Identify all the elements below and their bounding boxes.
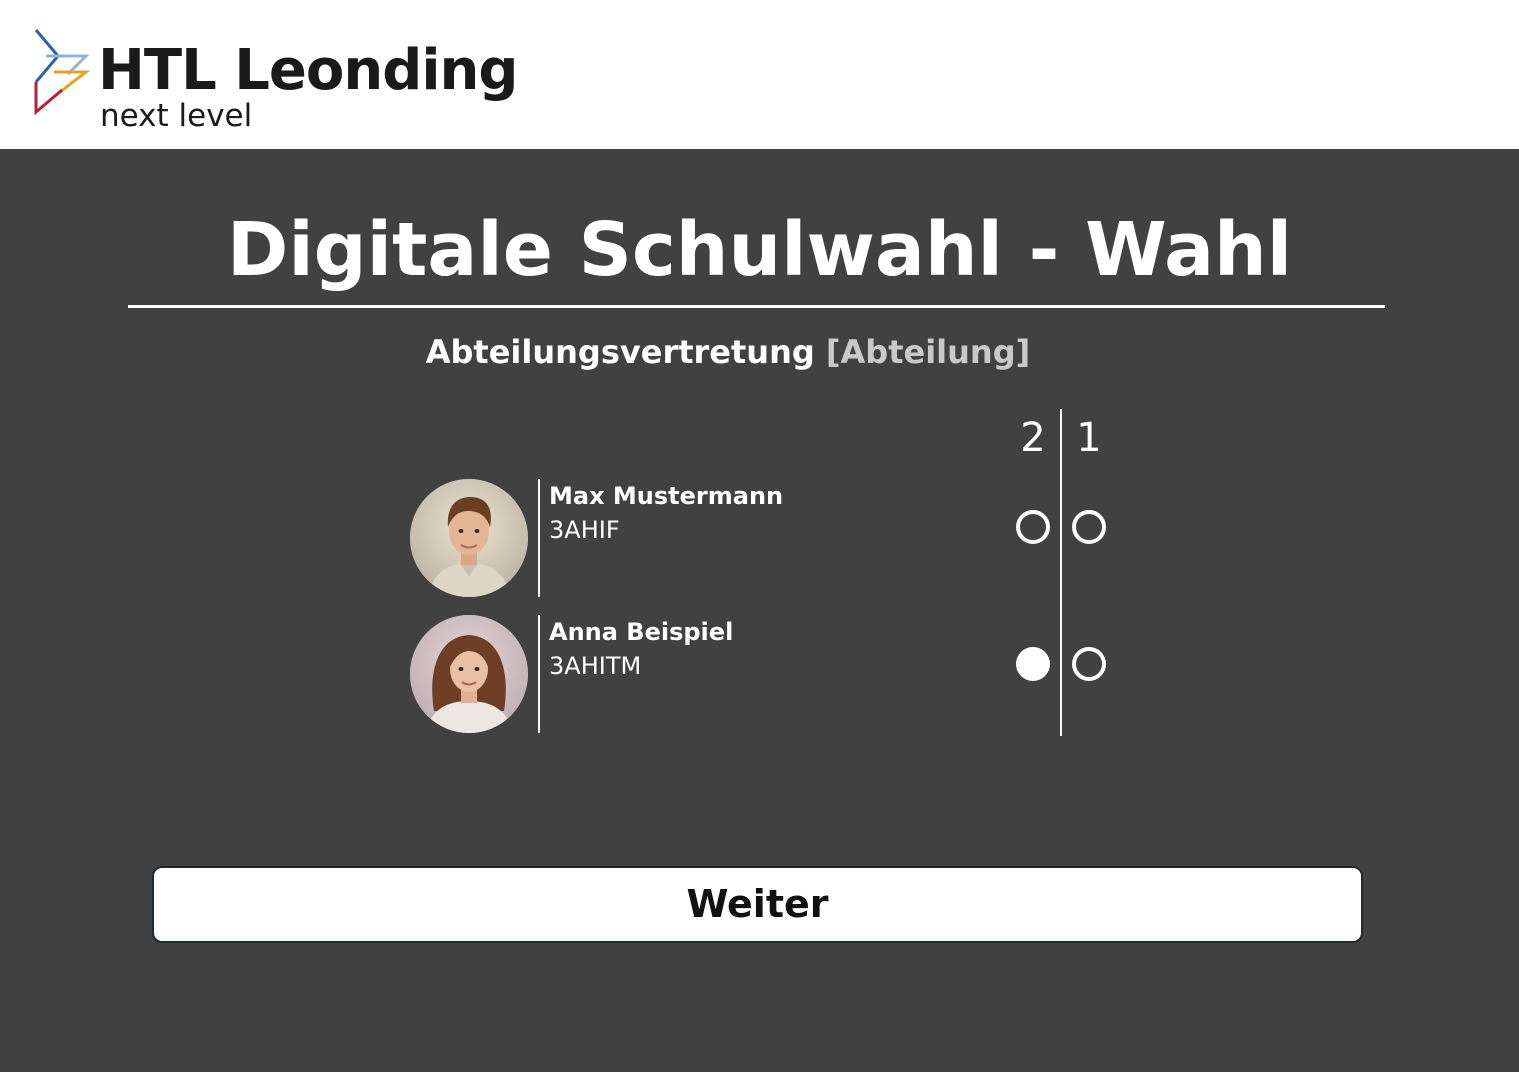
header: HTL Leonding next level <box>0 0 1519 149</box>
section-heading: Abteilungsvertretung [Abteilung] <box>0 332 1456 372</box>
title-divider <box>128 305 1385 308</box>
rank-column-header-2: 2 <box>1020 415 1046 461</box>
candidate-class: 3AHITM <box>549 652 642 680</box>
candidate-divider <box>538 479 540 597</box>
rank-column-header-1: 1 <box>1076 415 1102 461</box>
htl-leonding-logo[interactable]: HTL Leonding next level <box>30 26 550 136</box>
candidate-divider <box>538 615 540 733</box>
candidate-class: 3AHIF <box>549 516 620 544</box>
section-name: Abteilungsvertretung <box>425 333 815 371</box>
vote-radio-rank-1[interactable] <box>1072 647 1106 681</box>
candidate-row: Max Mustermann 3AHIF <box>410 479 1130 601</box>
section-placeholder: [Abteilung] <box>825 333 1031 371</box>
weiter-button[interactable]: Weiter <box>152 866 1363 943</box>
female-student-avatar <box>410 615 528 733</box>
candidate-name: Anna Beispiel <box>549 618 734 646</box>
candidate-row: Anna Beispiel 3AHITM <box>410 615 1130 737</box>
male-student-avatar <box>410 479 528 597</box>
logo-title: HTL Leonding <box>98 38 518 103</box>
htl-chevron-logo-icon <box>34 29 91 116</box>
vote-radio-rank-2-selected[interactable] <box>1016 647 1050 681</box>
vote-radio-rank-1[interactable] <box>1072 510 1106 544</box>
vote-radio-rank-2[interactable] <box>1016 510 1050 544</box>
page-title: Digitale Schulwahl - Wahl <box>226 207 1293 293</box>
candidate-name: Max Mustermann <box>549 482 784 510</box>
logo-subtitle: next level <box>100 98 253 134</box>
